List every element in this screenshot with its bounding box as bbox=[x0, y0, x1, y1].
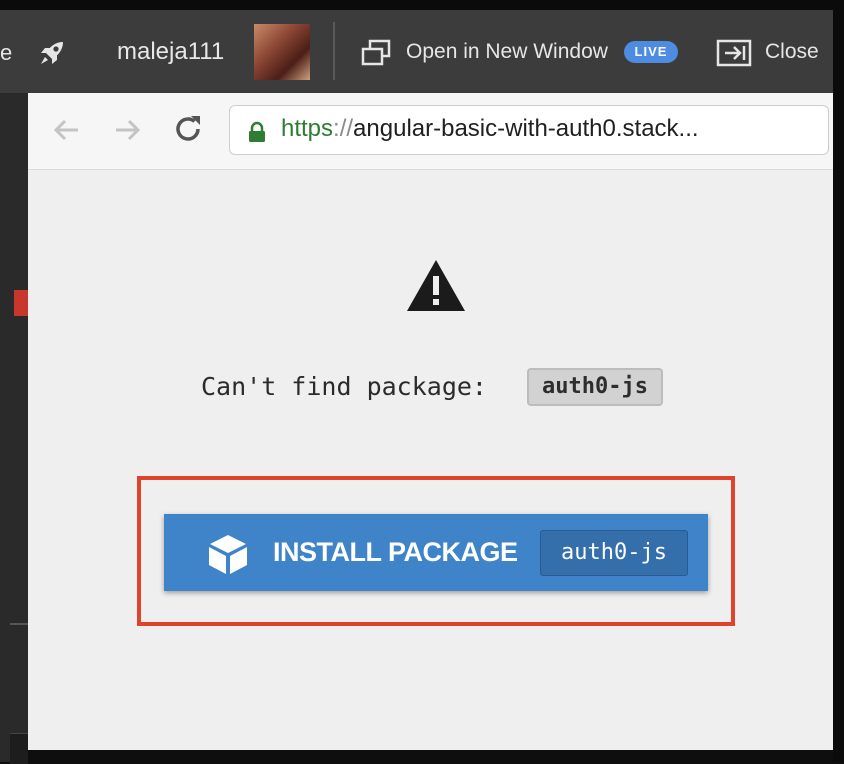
new-window-icon[interactable] bbox=[361, 39, 391, 67]
warning-icon bbox=[405, 257, 467, 313]
url-separator: :// bbox=[333, 115, 354, 142]
open-new-window-button[interactable]: Open in New Window bbox=[406, 40, 608, 64]
window-frame-top bbox=[0, 0, 844, 10]
toolbar-partial-label: e bbox=[0, 40, 13, 65]
url-scheme: https bbox=[281, 115, 334, 142]
username-label[interactable]: maleja111 bbox=[117, 38, 224, 66]
browser-nav-bar: https://angular-basic-with-auth0.stack..… bbox=[28, 93, 833, 170]
install-package-button[interactable]: INSTALL PACKAGE auth0-js bbox=[164, 514, 708, 591]
missing-package-name: auth0-js bbox=[527, 368, 663, 406]
reload-icon[interactable] bbox=[170, 111, 206, 147]
install-package-name: auth0-js bbox=[540, 530, 688, 576]
rocket-icon[interactable] bbox=[36, 37, 68, 69]
close-panel-icon[interactable] bbox=[716, 39, 752, 67]
preview-browser: https://angular-basic-with-auth0.stack..… bbox=[28, 93, 833, 750]
avatar[interactable] bbox=[254, 24, 310, 80]
url-text: https://angular-basic-with-auth0.stack..… bbox=[281, 115, 699, 143]
editor-left-strip bbox=[0, 93, 28, 764]
install-button-label: INSTALL PACKAGE bbox=[273, 537, 518, 567]
editor-divider bbox=[10, 623, 28, 625]
live-badge: LIVE bbox=[624, 41, 678, 63]
url-host: angular-basic-with-auth0.stack... bbox=[353, 115, 699, 142]
window-frame-right bbox=[833, 0, 844, 762]
back-arrow-icon[interactable] bbox=[50, 113, 84, 147]
top-toolbar: e maleja111 Open in New Window LIVE Clos… bbox=[0, 10, 833, 93]
package-cube-icon bbox=[206, 532, 250, 576]
forward-arrow-icon[interactable] bbox=[110, 113, 144, 147]
close-button[interactable]: Close bbox=[765, 40, 819, 64]
error-message-text: Can't find package: bbox=[201, 372, 487, 401]
lock-icon bbox=[247, 121, 267, 143]
editor-panel-edge bbox=[10, 733, 28, 764]
url-bar[interactable]: https://angular-basic-with-auth0.stack..… bbox=[229, 105, 829, 155]
editor-marker bbox=[14, 290, 28, 316]
toolbar-divider bbox=[333, 22, 335, 80]
